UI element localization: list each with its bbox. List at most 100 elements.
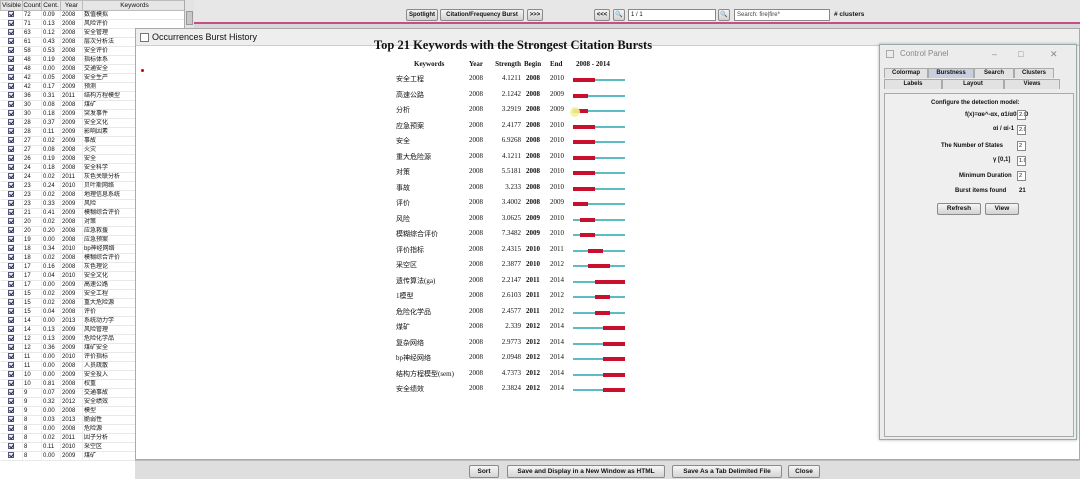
visible-checkbox[interactable]: [7, 200, 14, 207]
visible-checkbox[interactable]: [7, 47, 14, 54]
visible-cell[interactable]: [0, 298, 23, 308]
num-states-field[interactable]: 2: [1017, 141, 1026, 151]
visible-checkbox[interactable]: [7, 407, 14, 414]
visible-checkbox[interactable]: [7, 137, 14, 144]
visible-cell[interactable]: [0, 55, 23, 65]
visible-checkbox[interactable]: [7, 146, 14, 153]
visible-checkbox[interactable]: [7, 74, 14, 81]
visible-checkbox[interactable]: [7, 110, 14, 117]
zoom-in-icon[interactable]: 🔍: [718, 9, 730, 21]
visible-checkbox[interactable]: [7, 416, 14, 423]
visible-cell[interactable]: [0, 325, 23, 335]
visible-cell[interactable]: [0, 217, 23, 227]
visible-checkbox[interactable]: [7, 56, 14, 63]
visible-checkbox[interactable]: [7, 20, 14, 27]
visible-checkbox[interactable]: [7, 182, 14, 189]
visible-checkbox[interactable]: [7, 344, 14, 351]
visible-checkbox[interactable]: [7, 272, 14, 279]
visible-cell[interactable]: [0, 127, 23, 137]
visible-cell[interactable]: [0, 73, 23, 83]
ratio-field[interactable]: 2.0: [1017, 125, 1026, 135]
visible-checkbox[interactable]: [7, 254, 14, 261]
save-tab-file-button[interactable]: Save As a Tab Delimited File: [672, 465, 782, 478]
visible-cell[interactable]: [0, 46, 23, 56]
visible-cell[interactable]: [0, 253, 23, 263]
visible-cell[interactable]: [0, 289, 23, 299]
visible-cell[interactable]: [0, 181, 23, 191]
visible-cell[interactable]: [0, 109, 23, 119]
header-count[interactable]: Count: [22, 0, 42, 11]
prev-button[interactable]: <<<: [594, 9, 610, 21]
visible-checkbox[interactable]: [7, 65, 14, 72]
visible-checkbox[interactable]: [7, 119, 14, 126]
page-field[interactable]: 1 / 1: [628, 9, 716, 21]
visible-cell[interactable]: [0, 442, 23, 452]
visible-checkbox[interactable]: [7, 398, 14, 405]
visible-checkbox[interactable]: [7, 353, 14, 360]
visible-cell[interactable]: [0, 235, 23, 245]
visible-checkbox[interactable]: [7, 434, 14, 441]
visible-cell[interactable]: [0, 172, 23, 182]
sort-button[interactable]: Sort: [469, 465, 499, 478]
min-duration-field[interactable]: 2: [1017, 171, 1026, 181]
visible-checkbox[interactable]: [7, 92, 14, 99]
visible-checkbox[interactable]: [7, 164, 14, 171]
visible-checkbox[interactable]: [7, 83, 14, 90]
visible-cell[interactable]: [0, 352, 23, 362]
visible-cell[interactable]: [0, 64, 23, 74]
visible-cell[interactable]: [0, 406, 23, 416]
visible-checkbox[interactable]: [7, 101, 14, 108]
visible-cell[interactable]: [0, 379, 23, 389]
tab-views[interactable]: Views: [1004, 79, 1060, 89]
visible-cell[interactable]: [0, 226, 23, 236]
visible-checkbox[interactable]: [7, 308, 14, 315]
visible-checkbox[interactable]: [7, 362, 14, 369]
visible-checkbox[interactable]: [7, 155, 14, 162]
visible-checkbox[interactable]: [7, 209, 14, 216]
zoom-icon[interactable]: 🔍: [613, 9, 625, 21]
visible-checkbox[interactable]: [7, 236, 14, 243]
visible-cell[interactable]: [0, 370, 23, 380]
header-year[interactable]: Year: [60, 0, 83, 11]
visible-cell[interactable]: [0, 154, 23, 164]
alpha-ratio-field[interactable]: 2.0: [1017, 110, 1026, 120]
search-input[interactable]: Search: fire|fire*: [734, 9, 830, 21]
visible-checkbox[interactable]: [7, 452, 14, 459]
header-keywords[interactable]: Keywords: [82, 0, 185, 11]
visible-cell[interactable]: [0, 307, 23, 317]
tab-labels[interactable]: Labels: [884, 79, 942, 89]
visible-cell[interactable]: [0, 145, 23, 155]
save-html-button[interactable]: Save and Display in a New Window as HTML: [507, 465, 665, 478]
visible-cell[interactable]: [0, 37, 23, 47]
spotlight-button[interactable]: Spotlight: [406, 9, 438, 21]
visible-checkbox[interactable]: [7, 380, 14, 387]
visible-checkbox[interactable]: [7, 281, 14, 288]
header-cent[interactable]: Cent.: [41, 0, 61, 11]
visible-cell[interactable]: [0, 82, 23, 92]
visible-checkbox[interactable]: [7, 128, 14, 135]
table-row[interactable]: 72 0.09 2008 数值模拟: [0, 10, 185, 20]
visible-cell[interactable]: [0, 433, 23, 443]
visible-cell[interactable]: [0, 262, 23, 272]
visible-cell[interactable]: [0, 19, 23, 29]
tab-search[interactable]: Search: [974, 68, 1014, 78]
tab-colormap[interactable]: Colormap: [884, 68, 928, 78]
visible-checkbox[interactable]: [7, 218, 14, 225]
visible-checkbox[interactable]: [7, 425, 14, 432]
visible-cell[interactable]: [0, 190, 23, 200]
close-button[interactable]: Close: [788, 465, 820, 478]
header-visible[interactable]: Visible: [0, 0, 23, 11]
visible-cell[interactable]: [0, 28, 23, 38]
refresh-button[interactable]: Refresh: [937, 203, 981, 215]
visible-checkbox[interactable]: [7, 389, 14, 396]
left-scrollbar-thumb[interactable]: [186, 11, 193, 25]
visible-cell[interactable]: [0, 244, 23, 254]
visible-cell[interactable]: [0, 10, 23, 20]
visible-cell[interactable]: [0, 118, 23, 128]
visible-checkbox[interactable]: [7, 326, 14, 333]
maximize-icon[interactable]: □: [1018, 45, 1023, 63]
visible-cell[interactable]: [0, 388, 23, 398]
visible-checkbox[interactable]: [7, 335, 14, 342]
visible-checkbox[interactable]: [7, 173, 14, 180]
visible-checkbox[interactable]: [7, 371, 14, 378]
